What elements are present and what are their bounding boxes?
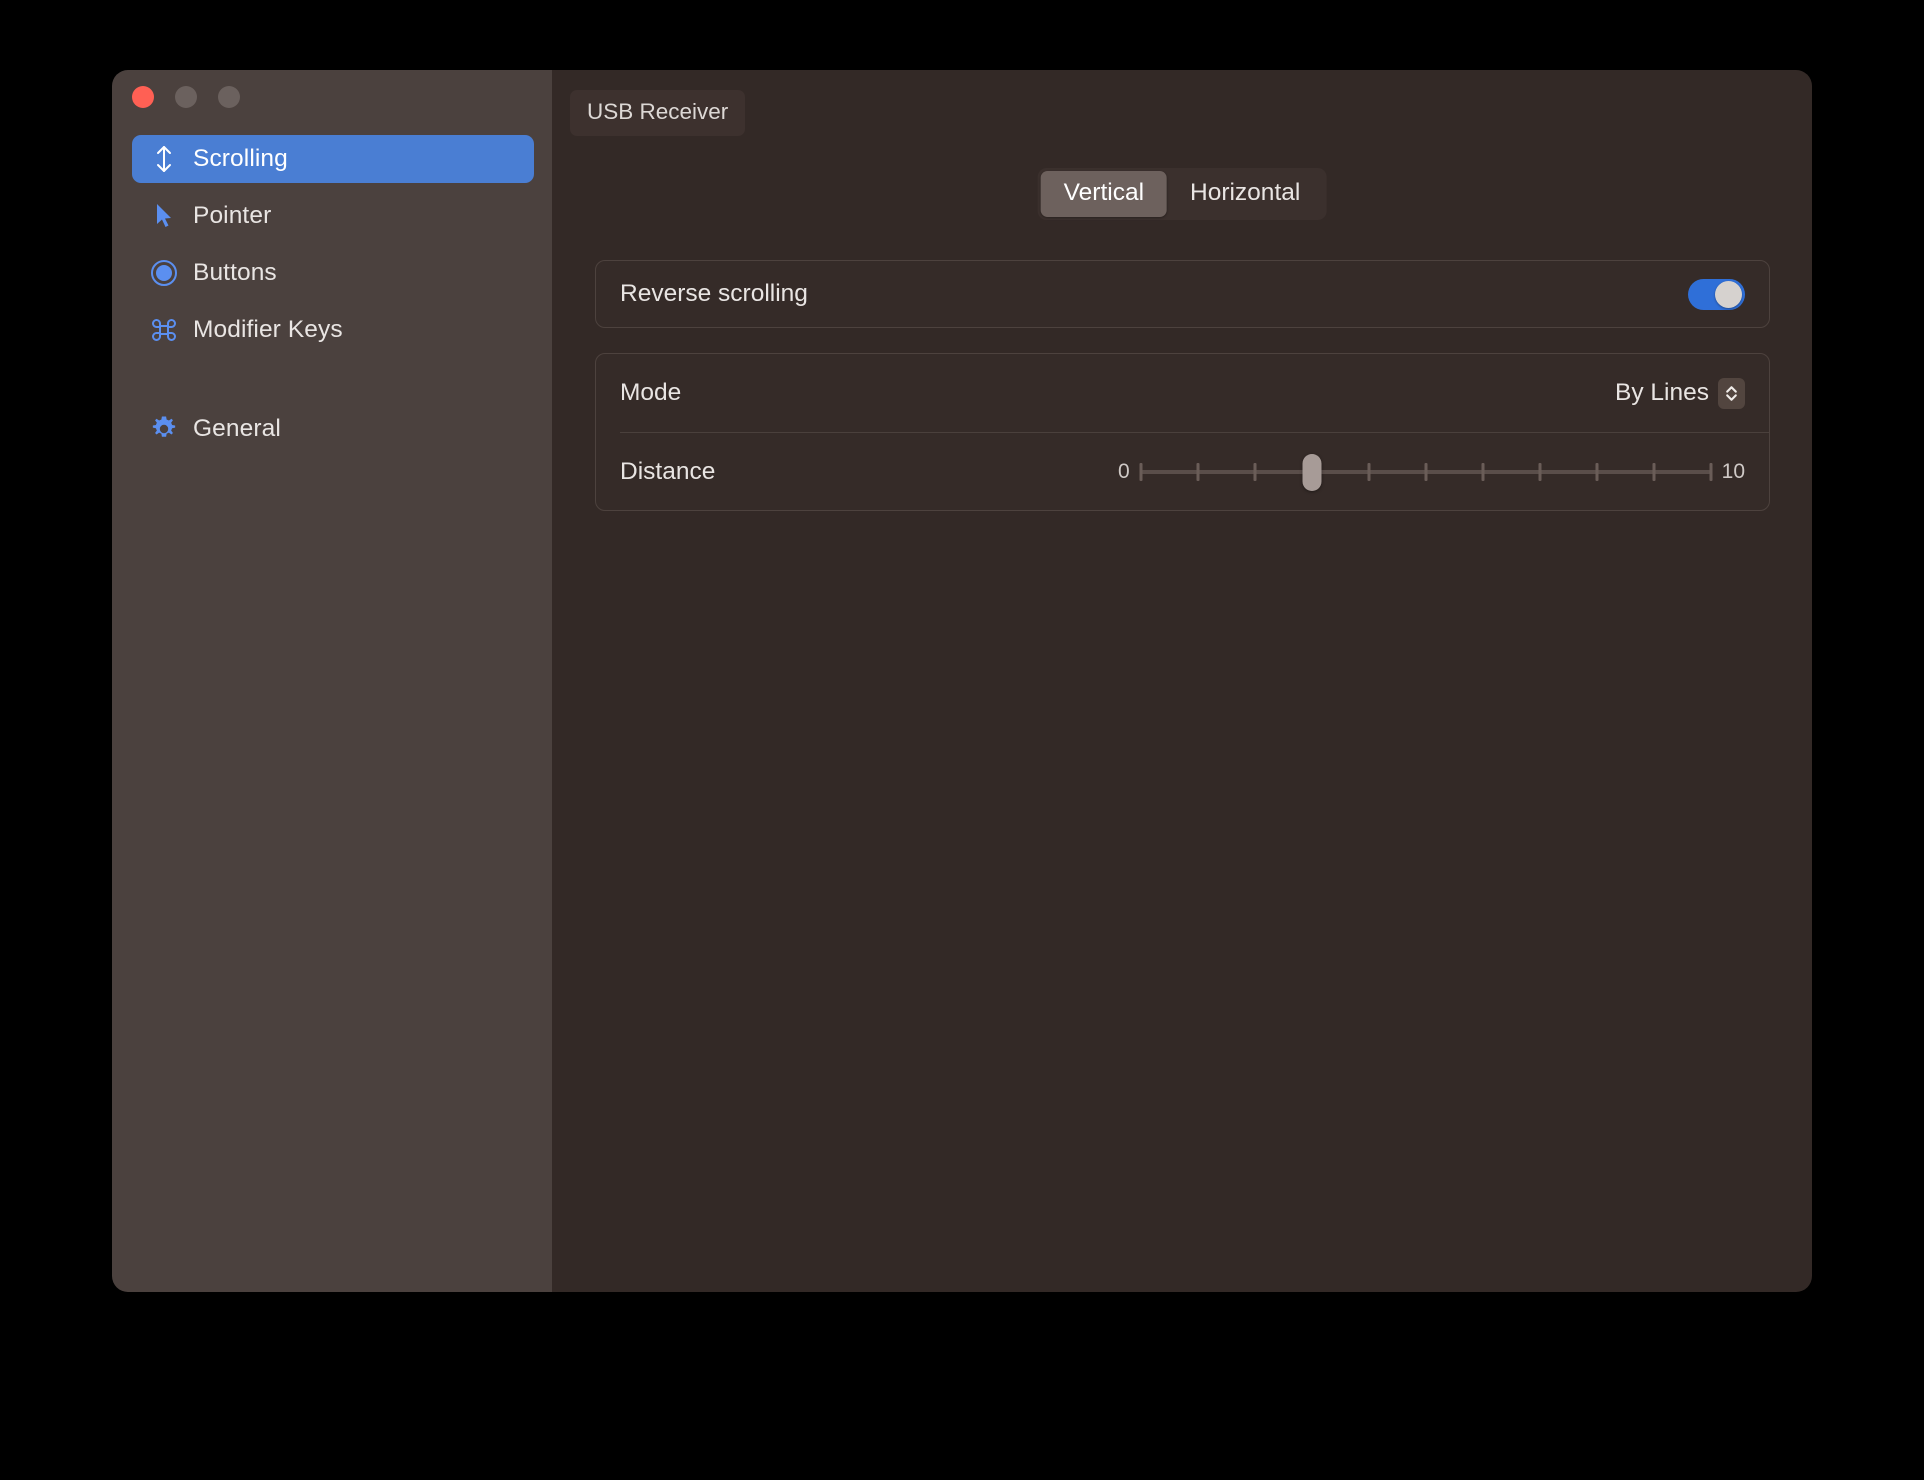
command-key-icon [147, 317, 181, 343]
minimize-window-button[interactable] [175, 86, 197, 108]
close-window-button[interactable] [132, 86, 154, 108]
maximize-window-button[interactable] [218, 86, 240, 108]
sidebar-item-scrolling[interactable]: Scrolling [132, 135, 534, 183]
main-panel: USB Receiver Vertical Horizontal Reverse… [552, 70, 1812, 1292]
tab-horizontal[interactable]: Horizontal [1167, 171, 1323, 217]
screen: Scrolling Pointer [0, 0, 1924, 1480]
slider-tick [1538, 463, 1541, 481]
distance-slider-group: 0 10 [1118, 452, 1745, 492]
slider-tick [1367, 463, 1370, 481]
reverse-scrolling-row: Reverse scrolling [596, 261, 1769, 327]
reverse-scrolling-card: Reverse scrolling [595, 260, 1770, 328]
sidebar: Scrolling Pointer [112, 70, 552, 1292]
mode-row: Mode By Lines [596, 354, 1769, 432]
slider-tick [1139, 463, 1142, 481]
traffic-lights [132, 86, 240, 108]
cursor-arrow-icon [147, 202, 181, 230]
distance-label: Distance [620, 458, 715, 486]
scroll-axis-segmented-control: Vertical Horizontal [1038, 168, 1327, 220]
slider-max-label: 10 [1722, 460, 1745, 484]
distance-slider[interactable] [1141, 452, 1711, 492]
sidebar-item-label: General [193, 415, 281, 443]
sidebar-item-modifier-keys[interactable]: Modifier Keys [132, 306, 534, 354]
sidebar-item-label: Pointer [193, 202, 271, 230]
slider-min-label: 0 [1118, 460, 1130, 484]
up-down-arrow-icon [147, 144, 181, 174]
slider-tick [1196, 463, 1199, 481]
chevron-updown-icon [1718, 378, 1745, 409]
reverse-scrolling-label: Reverse scrolling [620, 280, 808, 308]
mode-value: By Lines [1615, 379, 1709, 407]
reverse-scrolling-toggle[interactable] [1688, 279, 1745, 310]
mode-popup-button[interactable]: By Lines [1615, 378, 1745, 409]
mode-label: Mode [620, 379, 681, 407]
distance-row: Distance 0 10 [596, 433, 1769, 511]
slider-tick [1652, 463, 1655, 481]
preferences-window: Scrolling Pointer [112, 70, 1812, 1292]
sidebar-item-pointer[interactable]: Pointer [132, 192, 534, 240]
device-source-chip[interactable]: USB Receiver [570, 90, 745, 136]
slider-tick [1424, 463, 1427, 481]
sidebar-item-label: Scrolling [193, 145, 288, 173]
sidebar-item-label: Buttons [193, 259, 277, 287]
slider-tick [1481, 463, 1484, 481]
scroll-settings-card: Mode By Lines Distance [595, 353, 1770, 511]
slider-tick [1253, 463, 1256, 481]
sidebar-item-general[interactable]: General [132, 405, 534, 453]
sidebar-nav: Scrolling Pointer [112, 135, 552, 462]
sidebar-item-label: Modifier Keys [193, 316, 343, 344]
slider-tick [1595, 463, 1598, 481]
tab-vertical[interactable]: Vertical [1041, 171, 1167, 217]
circle-button-icon [147, 259, 181, 287]
sidebar-spacer [112, 363, 552, 405]
sidebar-item-buttons[interactable]: Buttons [132, 249, 534, 297]
toggle-knob [1715, 281, 1742, 308]
slider-knob[interactable] [1302, 454, 1321, 491]
gear-icon [147, 415, 181, 443]
slider-tick [1709, 463, 1712, 481]
